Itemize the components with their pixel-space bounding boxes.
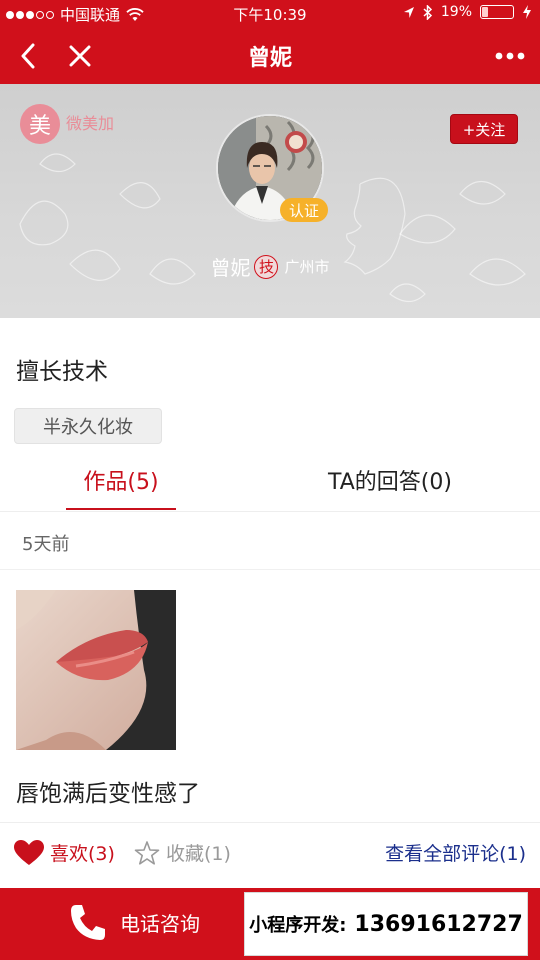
status-right: 19% — [403, 4, 532, 20]
logo-wordmark: 微美加 — [66, 116, 114, 132]
brand-logo: 美 微美加 — [20, 104, 114, 144]
post-time-strip: 5天前 — [0, 514, 540, 570]
skills-heading: 擅长技术 — [16, 359, 108, 385]
favorite-label: 收藏(1) — [166, 843, 231, 865]
charging-icon — [523, 5, 531, 19]
tab-answers[interactable]: TA的回答(0) — [300, 450, 480, 510]
like-button[interactable]: 喜欢(3) — [14, 839, 115, 866]
post-caption: 唇饱满后变性感了 — [16, 781, 200, 807]
profile-city: 广州市 — [284, 258, 330, 276]
call-button[interactable]: 电话咨询 — [68, 902, 200, 942]
status-bar: 中国联通 下午10:39 19% — [0, 0, 540, 28]
phone-icon — [71, 905, 105, 940]
bluetooth-icon — [423, 4, 432, 20]
call-label: 电话咨询 — [120, 911, 200, 936]
developer-phone: 13691612727 — [354, 911, 523, 937]
heart-icon — [14, 839, 44, 865]
view-comments-link[interactable]: 查看全部评论(1) — [385, 839, 526, 866]
battery-percent: 19% — [440, 4, 472, 20]
technician-badge: 技 — [254, 254, 279, 279]
active-tab-indicator — [66, 508, 176, 510]
content-tabs: 作品(5) TA的回答(0) — [0, 450, 540, 512]
favorite-button[interactable]: 收藏(1) — [134, 839, 231, 866]
more-button[interactable] — [488, 38, 532, 74]
star-icon — [134, 840, 160, 865]
post-time: 5天前 — [22, 534, 70, 555]
logo-mark: 美 — [20, 104, 60, 144]
profile-banner: 美 微美加 +关注 认证 曾妮 技 广州市 — [0, 84, 540, 318]
location-icon — [403, 6, 414, 18]
like-label: 喜欢(3) — [50, 843, 115, 865]
developer-label: 小程序开发: — [249, 915, 347, 936]
more-icon — [495, 52, 525, 60]
skill-tag[interactable]: 半永久化妆 — [14, 408, 162, 444]
battery-icon — [480, 5, 514, 19]
logo-text: 微美加 — [66, 114, 115, 133]
tab-works[interactable]: 作品(5) — [66, 450, 176, 510]
developer-contact: 小程序开发: 13691612727 — [244, 892, 528, 956]
post-image[interactable] — [16, 590, 176, 750]
lips-photo — [16, 590, 176, 750]
bottom-bar: 电话咨询 小程序开发: 13691612727 — [0, 888, 540, 960]
profile-name-row: 曾妮 技 广州市 — [0, 252, 540, 281]
verified-badge: 认证 — [280, 198, 328, 222]
follow-button[interactable]: +关注 — [450, 114, 518, 144]
page-title: 曾妮 — [247, 46, 292, 71]
profile-name: 曾妮 — [210, 256, 251, 280]
post-actions: 喜欢(3) 收藏(1) 查看全部评论(1) — [0, 822, 540, 884]
nav-bar: 曾妮 — [0, 28, 540, 84]
